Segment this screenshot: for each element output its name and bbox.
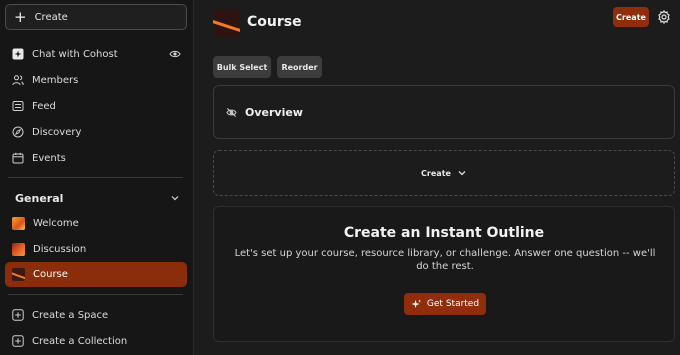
page-title: Course	[247, 14, 302, 30]
get-started-label: Get Started	[426, 299, 480, 309]
sidebar-item-label: Create a Collection	[32, 335, 128, 347]
eye-icon[interactable]	[169, 48, 181, 60]
sidebar-space-welcome[interactable]: Welcome	[5, 211, 187, 235]
sidebar-item-label: Discussion	[33, 243, 87, 255]
eye-off-icon[interactable]	[226, 107, 237, 118]
plus-icon: +	[14, 7, 27, 26]
sidebar-item-label: Discovery	[32, 126, 82, 138]
sidebar-space-course[interactable]: Course	[5, 262, 187, 287]
create-dropdown-label: Create	[421, 168, 451, 178]
overview-card[interactable]: Overview	[213, 85, 675, 139]
sidebar-item-label: Feed	[32, 100, 56, 112]
sidebar-create-button[interactable]: + Create	[5, 4, 187, 30]
sparkle-icon	[411, 298, 422, 308]
plus-square-icon	[12, 309, 24, 321]
gear-icon[interactable]	[657, 10, 671, 24]
sidebar-divider	[8, 177, 183, 178]
welcome-thumbnail	[12, 216, 25, 230]
sidebar-item-events[interactable]: Events	[5, 146, 187, 170]
space-thumbnail	[213, 10, 240, 37]
discussion-thumbnail	[12, 242, 25, 256]
sidebar-item-label: Course	[33, 269, 68, 280]
compass-icon	[12, 126, 24, 138]
outline-title: Create an Instant Outline	[343, 225, 545, 241]
create-space-button[interactable]: Create a Space	[5, 303, 187, 327]
create-collection-button[interactable]: Create a Collection	[5, 329, 187, 353]
section-header-general[interactable]: General	[15, 189, 180, 207]
course-thumbnail	[12, 268, 25, 281]
sidebar-item-feed[interactable]: Feed	[5, 94, 187, 118]
chevron-down-icon	[458, 171, 466, 176]
reorder-button[interactable]: Reorder	[277, 56, 322, 78]
sidebar-item-label: Events	[32, 152, 66, 164]
outline-description: Let's set up your course, resource libra…	[234, 248, 656, 272]
feed-icon	[12, 101, 24, 111]
overview-label: Overview	[245, 105, 303, 119]
instant-outline-card: Create an Instant Outline Let's set up y…	[213, 206, 675, 342]
sidebar-item-label: Members	[32, 74, 79, 86]
bulk-select-button[interactable]: Bulk Select	[213, 56, 271, 78]
members-icon	[12, 75, 24, 86]
sidebar-create-label: Create	[34, 11, 68, 23]
get-started-button[interactable]: Get Started	[404, 293, 486, 315]
sidebar-item-label: Create a Space	[32, 309, 109, 321]
sidebar-space-discussion[interactable]: Discussion	[5, 237, 187, 261]
sidebar-item-label: Chat with Cohost	[32, 48, 118, 60]
sidebar-divider	[8, 294, 183, 295]
chevron-down-icon[interactable]	[170, 193, 180, 203]
header-create-button[interactable]: Create	[613, 7, 649, 27]
section-title: General	[15, 191, 64, 205]
calendar-icon	[12, 152, 24, 164]
sidebar-item-label: Welcome	[33, 217, 79, 229]
sparkle-chat-icon	[12, 48, 24, 60]
sidebar-item-members[interactable]: Members	[5, 68, 187, 92]
plus-square-icon	[12, 335, 24, 347]
sidebar: + Create Chat with Cohost Members Feed D…	[0, 0, 194, 355]
sidebar-item-chat-with-cohost[interactable]: Chat with Cohost	[5, 42, 187, 66]
sidebar-item-discovery[interactable]: Discovery	[5, 120, 187, 144]
create-dropdown[interactable]: Create	[213, 150, 675, 196]
